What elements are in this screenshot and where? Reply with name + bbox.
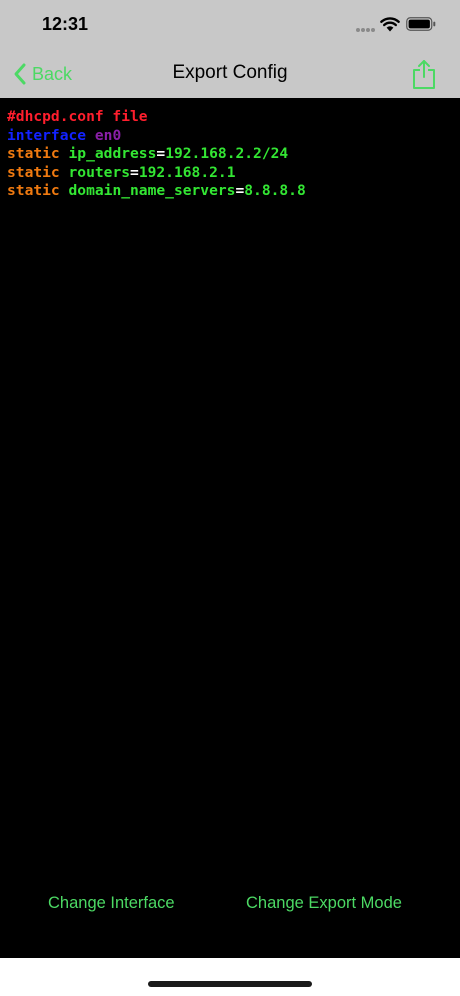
code-token-key: ip_address — [68, 145, 157, 162]
navigation-bar: Back Export Config — [0, 50, 460, 98]
share-icon[interactable] — [411, 58, 437, 90]
code-token-value: 192.168.2.1 — [138, 163, 236, 181]
code-token-op — [60, 145, 69, 162]
status-bar: 12:31 — [0, 0, 460, 50]
change-export-mode-button[interactable]: Change Export Mode — [246, 894, 402, 913]
status-time: 12:31 — [42, 14, 89, 34]
code-token-static: static — [7, 182, 60, 199]
code-token-static: static — [7, 163, 60, 181]
code-token-key: routers — [68, 163, 131, 181]
code-token-op — [60, 164, 69, 181]
code-token-op: = — [156, 145, 166, 162]
home-area — [0, 958, 460, 996]
code-token-op: = — [130, 163, 139, 181]
change-interface-button[interactable]: Change Interface — [48, 894, 175, 913]
cellular-dots-icon — [356, 28, 376, 32]
code-token-value: 8.8.8.8 — [244, 182, 306, 199]
code-token-value: 192.168.2.2/24 — [165, 145, 289, 162]
code-token-op: = — [235, 182, 245, 199]
code-token-iface: en0 — [94, 126, 122, 144]
code-token-keyword: interface — [7, 126, 87, 144]
code-token-key: domain_name_servers — [68, 182, 236, 199]
code-token-op — [86, 127, 95, 144]
config-text-view[interactable]: #dhcpd.conf file interface en0 static ip_a… — [0, 98, 460, 958]
config-code: #dhcpd.conf file interface en0 static ip_a… — [7, 108, 306, 201]
page-title: Export Config — [172, 62, 288, 83]
code-token-static: static — [7, 145, 60, 162]
code-line: static domain_name_servers=8.8.8.8 — [7, 182, 306, 201]
battery-icon — [406, 17, 436, 31]
wifi-icon — [380, 17, 400, 32]
code-line: interface en0 — [7, 127, 306, 146]
code-token-op — [60, 182, 69, 199]
code-token-comment: #dhcpd.conf file — [7, 108, 148, 125]
home-indicator[interactable] — [148, 981, 312, 987]
bottom-toolbar: Change Interface Change Export Mode — [0, 894, 460, 922]
code-line: static ip_address=192.168.2.2/24 — [7, 145, 306, 164]
screen: 12:31 Back Export Config #dhcpd.conf fil… — [0, 0, 460, 996]
code-line: #dhcpd.conf file — [7, 108, 306, 127]
code-line: static routers=192.168.2.1 — [7, 164, 306, 183]
